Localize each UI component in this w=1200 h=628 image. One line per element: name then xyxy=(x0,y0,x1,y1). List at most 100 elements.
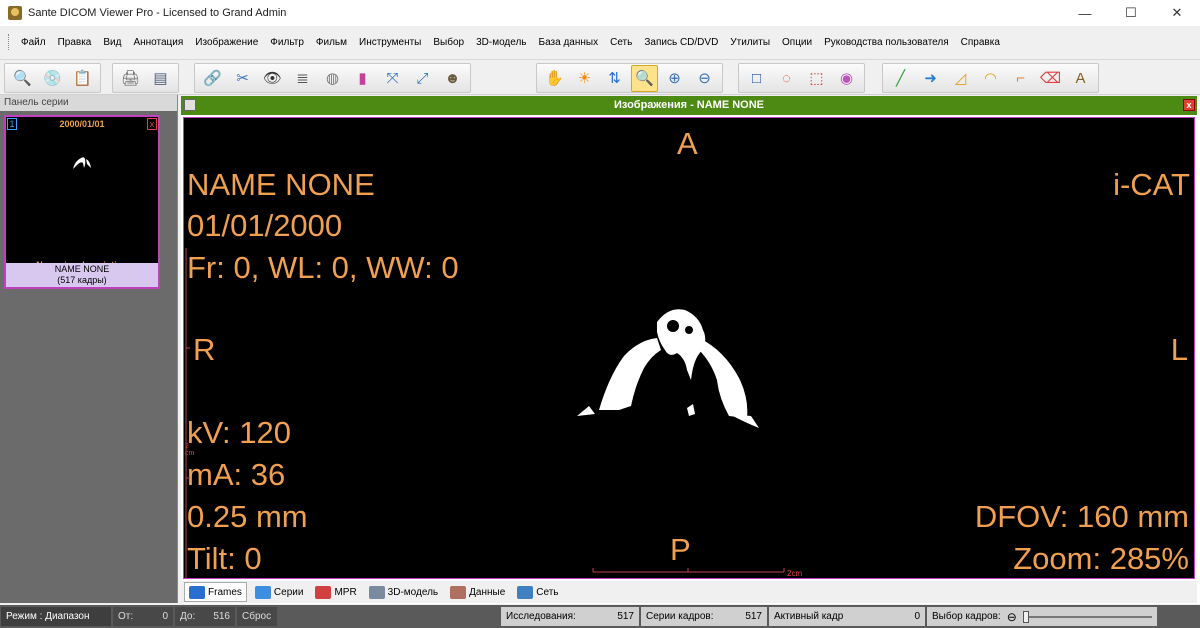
status-spacer xyxy=(279,607,499,626)
eraser-icon[interactable]: ⌫ xyxy=(1037,65,1064,92)
angle-icon[interactable]: ◿ xyxy=(947,65,974,92)
ma-info: mA: 36 xyxy=(187,457,286,492)
magnifier-icon[interactable]: 🔍 xyxy=(631,64,658,92)
portrait-icon[interactable]: ☻ xyxy=(439,65,466,92)
frame-select-label: Выбор кадров: xyxy=(932,611,1001,622)
toolbar-group-3: ✋ ☀ ⇅ 🔍 ⊕ ⊖ xyxy=(536,63,723,93)
volume-icon[interactable]: ◍ xyxy=(319,65,346,92)
viewer-menu-icon[interactable] xyxy=(184,99,196,111)
menu-item-15[interactable]: Руководства пользователя xyxy=(818,37,955,48)
tab-series[interactable]: Серии xyxy=(251,582,308,602)
image-viewer: Изображения - NAME NONE x A P R L NAME N… xyxy=(181,96,1200,604)
protractor-icon[interactable]: ◠ xyxy=(977,65,1004,92)
series-panel: Панель серии 1 2000/01/01 x No series de… xyxy=(0,95,178,603)
menu-item-8[interactable]: Выбор xyxy=(427,37,470,48)
tab-label: Frames xyxy=(208,586,242,598)
clipboard-icon[interactable]: 📋 xyxy=(69,65,96,92)
tab-label: Серии xyxy=(273,586,304,598)
tab-3d-model[interactable]: 3D-модель xyxy=(365,582,442,602)
frame-slider-thumb[interactable] xyxy=(1022,610,1029,623)
data-icon xyxy=(450,585,467,599)
menu-item-16[interactable]: Справка xyxy=(955,37,1006,48)
menu-item-1[interactable]: Правка xyxy=(52,37,98,48)
text-annotation-icon[interactable]: A xyxy=(1067,65,1094,92)
eye-icon[interactable]: 👁 xyxy=(259,65,286,92)
import-cd-icon[interactable]: 💿 xyxy=(39,65,66,92)
menu-item-6[interactable]: Фильм xyxy=(310,37,353,48)
print-icon[interactable]: 🖨 xyxy=(117,65,144,92)
fullscreen-icon[interactable]: ⤢ xyxy=(409,65,436,92)
vertical-scale-bar xyxy=(185,248,190,578)
close-button[interactable]: ✕ xyxy=(1154,0,1200,26)
arrow-icon[interactable]: ➜ xyxy=(917,65,944,92)
main-toolbar: 🔍 💿 📋 🖨 ▤ 🔗 ✂ 👁 ≣ ◍ ▮ ⤧ ⤢ ☻ ✋ ☀ ⇅ 🔍 ⊕ ⊖ □ ◌ ⬚ ◉ ╱ ➜ ◿ ◠ ⌐ ⌫ A xyxy=(0,59,1200,95)
menu-item-4[interactable]: Изображение xyxy=(189,37,264,48)
frame-selector: Выбор кадров: ⊖ xyxy=(927,607,1157,626)
layout-icon[interactable]: ▤ xyxy=(147,65,174,92)
unlink-icon[interactable]: ✂ xyxy=(229,65,256,92)
ellipse-roi-icon[interactable]: ◌ xyxy=(773,65,800,92)
menu-item-0[interactable]: Файл xyxy=(15,37,52,48)
scroll-arrows-icon[interactable]: ⇅ xyxy=(601,65,628,92)
3d-model-icon xyxy=(368,585,385,599)
menu-item-3[interactable]: Аннотация xyxy=(127,37,189,48)
orientation-left: R xyxy=(193,332,216,367)
zoom-out-icon[interactable]: ⊖ xyxy=(691,65,718,92)
image-canvas[interactable]: A P R L NAME NONE 01/01/2000 Fr: 0, WL: … xyxy=(183,117,1195,579)
menu-item-11[interactable]: Сеть xyxy=(604,37,638,48)
menu-bar: Файл Правка Вид Аннотация Изображение Фильтр Ф… xyxy=(0,31,1200,53)
menu-grip[interactable] xyxy=(8,34,11,50)
tab-mpr[interactable]: MPR xyxy=(311,582,360,602)
minimize-button[interactable]: — xyxy=(1062,0,1108,26)
hand-pan-icon[interactable]: ✋ xyxy=(541,65,568,92)
toolbar-group-4: □ ◌ ⬚ ◉ xyxy=(738,63,865,93)
range-from[interactable]: От: 0 xyxy=(113,607,173,626)
zoom-region-icon[interactable]: ⊕ xyxy=(661,65,688,92)
series-frames-label: Серии кадров: xyxy=(646,611,714,622)
line-icon[interactable]: ╱ xyxy=(887,65,914,92)
menu-item-2[interactable]: Вид xyxy=(97,37,127,48)
range-from-label: От: xyxy=(118,611,134,622)
frame-slider[interactable] xyxy=(1022,610,1152,623)
toolbar-group-1: 🖨 ▤ xyxy=(112,63,179,93)
menu-item-14[interactable]: Опции xyxy=(776,37,818,48)
close-series-icon[interactable]: x xyxy=(147,118,157,130)
menu-item-5[interactable]: Фильтр xyxy=(264,37,310,48)
menu-item-13[interactable]: Утилиты xyxy=(724,37,776,48)
menu-item-10[interactable]: База данных xyxy=(533,37,605,48)
stack-icon[interactable]: ≣ xyxy=(289,65,316,92)
orientation-top: A xyxy=(677,126,698,161)
brightness-icon[interactable]: ☀ xyxy=(571,65,598,92)
link-icon[interactable]: 🔗 xyxy=(199,65,226,92)
menu-item-9[interactable]: 3D-модель xyxy=(470,37,532,48)
zoom-search-icon[interactable]: 🔍 xyxy=(9,65,36,92)
frame-window-info: Fr: 0, WL: 0, WW: 0 xyxy=(187,250,459,285)
reset-button[interactable]: Сброс xyxy=(237,607,277,626)
active-frame-value: 0 xyxy=(914,611,920,622)
fit-window-icon[interactable]: ⤧ xyxy=(379,65,406,92)
series-thumbnail[interactable]: 1 2000/01/01 x No series description NAM… xyxy=(4,115,160,289)
cobb-angle-icon[interactable]: ⌐ xyxy=(1007,65,1034,92)
viewer-close-icon[interactable]: x xyxy=(1183,99,1195,111)
series-frames-value: 517 xyxy=(745,611,762,622)
series-date: 2000/01/01 xyxy=(59,119,105,129)
tab-data[interactable]: Данные xyxy=(446,582,509,602)
active-frame: Активный кадр 0 xyxy=(769,607,925,626)
rectangle-icon[interactable]: □ xyxy=(743,65,770,92)
window-controls: — ☐ ✕ xyxy=(1062,0,1200,26)
tab-network[interactable]: Сеть xyxy=(513,582,562,602)
tab-label: Сеть xyxy=(536,586,559,598)
color-wheel-icon[interactable]: ◉ xyxy=(833,65,860,92)
tab-frames[interactable]: Frames xyxy=(184,582,247,602)
active-frame-label: Активный кадр xyxy=(774,611,844,622)
zoom-minus-icon[interactable]: ⊖ xyxy=(1007,610,1017,624)
palette-icon[interactable]: ▮ xyxy=(349,65,376,92)
frames-icon xyxy=(189,585,205,599)
menu-item-7[interactable]: Инструменты xyxy=(353,37,427,48)
range-to-value: 516 xyxy=(213,611,230,622)
rect-roi-icon[interactable]: ⬚ xyxy=(803,65,830,92)
menu-item-12[interactable]: Запись CD/DVD xyxy=(638,37,724,48)
range-to[interactable]: До: 516 xyxy=(175,607,235,626)
viewer-header: Изображения - NAME NONE x xyxy=(181,96,1197,115)
maximize-button[interactable]: ☐ xyxy=(1108,0,1154,26)
